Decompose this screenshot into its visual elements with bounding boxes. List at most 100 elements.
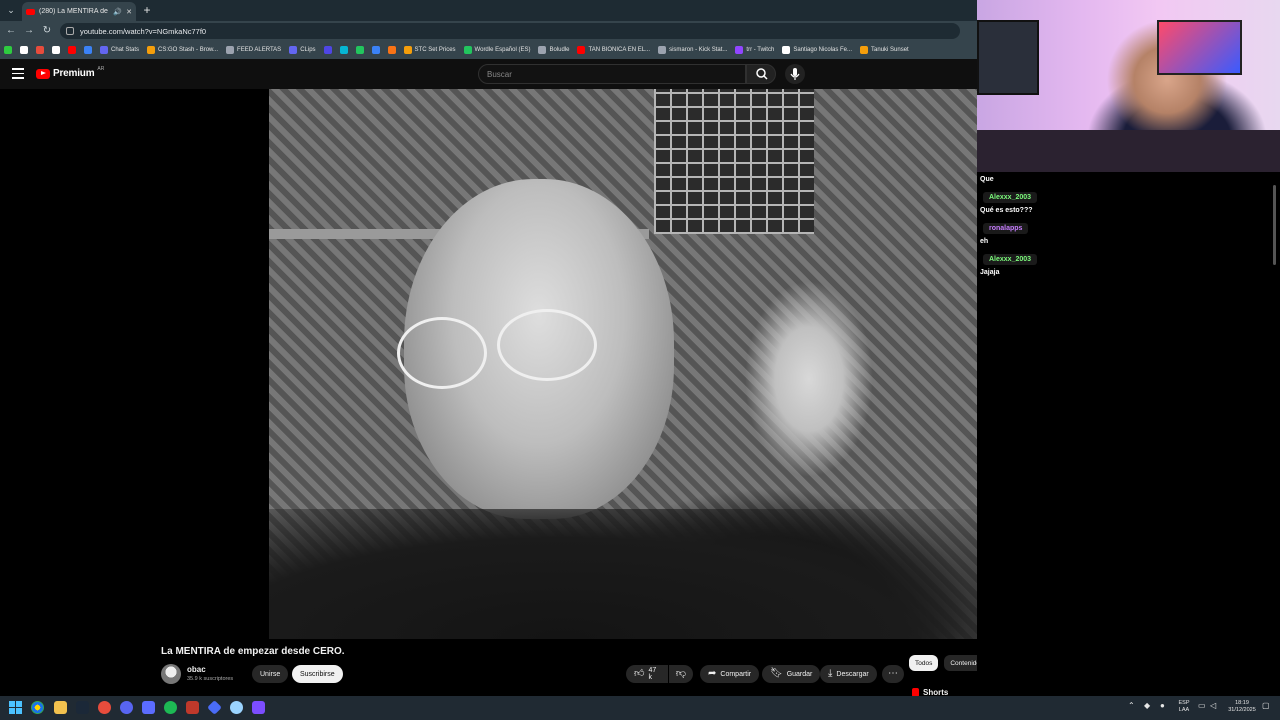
bookmark-item[interactable]: Chat Stats [100, 46, 139, 54]
chat-message: Jajaja [980, 269, 1000, 276]
voice-search-button[interactable] [785, 64, 805, 84]
bookmark-item[interactable]: Tanuki Sunset [860, 46, 909, 54]
search-button[interactable] [746, 64, 776, 84]
spotify-icon[interactable] [164, 701, 177, 714]
youtube-logo[interactable]: Premium AR [36, 66, 104, 79]
bookmark-item[interactable]: trr - Twitch [735, 46, 774, 54]
bookmark-item[interactable] [84, 46, 92, 54]
bookmark-item[interactable]: CS:GO Stash - Brow... [147, 46, 218, 54]
back-icon[interactable]: ← [4, 24, 18, 38]
chat-username[interactable]: ronalapps [983, 223, 1029, 234]
tray-mic-icon[interactable]: ● [1160, 702, 1165, 710]
bookmark-item[interactable]: STC Set Prices [403, 46, 456, 54]
bookmark-item[interactable] [355, 46, 364, 54]
browser-tab-active[interactable]: (280) La MENTIRA de empe... 🔊 ✕ [22, 2, 136, 21]
bookmark-item[interactable]: Boludle [538, 46, 569, 54]
bookmark-icon [355, 46, 364, 54]
app-icon-purple[interactable] [252, 701, 265, 714]
bookmark-icon [20, 46, 28, 54]
tab-title: (280) La MENTIRA de empe... [39, 8, 109, 15]
bookmark-item[interactable]: CLips [289, 46, 316, 54]
app-icon-light[interactable] [230, 701, 243, 714]
bookmark-icon [735, 46, 744, 54]
share-button[interactable]: ➦ Compartir [700, 665, 760, 683]
like-button[interactable]: 👍︎ 47 k [626, 665, 668, 683]
bookmark-item[interactable]: TAN BIONICA EN EL... [577, 46, 650, 54]
channel-name[interactable]: obac [187, 665, 206, 674]
more-actions-button[interactable]: ⋯ [882, 665, 904, 683]
search-input[interactable]: Buscar [478, 64, 746, 84]
chat-message: Qué es esto??? [980, 207, 1033, 214]
bookmark-item[interactable] [20, 46, 28, 54]
bookmark-icon [36, 46, 44, 54]
app-icon-diamond[interactable] [207, 700, 222, 715]
bookmark-label: CS:GO Stash - Brow... [158, 47, 219, 53]
search-placeholder: Buscar [487, 69, 512, 79]
bookmark-item[interactable]: Wordle Español (ES) [463, 46, 530, 54]
thumbs-down-icon: 👎︎ [675, 668, 687, 679]
search-icon [756, 68, 768, 80]
download-label: Descargar [836, 670, 869, 678]
download-icon: ⤓ [828, 668, 833, 679]
windows-taskbar: ⌃ ◆ ● ESP LAA ▭ ◁ 18:19 31/12/2025 ▢ [0, 696, 1280, 720]
bookmark-item[interactable] [36, 46, 44, 54]
youtube-header: Premium AR Buscar [0, 59, 977, 89]
bookmark-item[interactable] [387, 46, 396, 54]
steam-icon[interactable] [76, 701, 89, 714]
app-icon-news[interactable] [186, 701, 199, 714]
chrome-taskbar-icon[interactable] [31, 701, 44, 714]
save-button[interactable]: 🔖︎ Guardar [762, 665, 821, 683]
subscribe-button[interactable]: Suscribirse [292, 665, 343, 683]
dislike-button[interactable]: 👎︎ [669, 665, 693, 683]
microphone-icon [790, 68, 800, 80]
site-info-icon[interactable] [66, 27, 74, 35]
bookmark-item[interactable]: FEED ALERTAS [226, 46, 281, 54]
reload-icon[interactable]: ↻ [40, 24, 54, 38]
url-text: youtube.com/watch?v=NGmkaNc77f0 [80, 26, 207, 36]
tray-chevron-icon[interactable]: ⌃ [1128, 702, 1135, 710]
bookmark-item[interactable] [371, 46, 380, 54]
thumbs-up-icon: 👍︎ [634, 668, 645, 679]
chat-username[interactable]: Alexxx_2003 [983, 192, 1038, 203]
close-tab-icon[interactable]: ✕ [126, 8, 132, 16]
app-icon-red[interactable] [98, 701, 111, 714]
bookmark-item[interactable] [4, 46, 12, 54]
network-icon[interactable]: ▭ [1198, 702, 1206, 710]
volume-icon[interactable]: ◁ [1210, 702, 1216, 710]
webcam-monitor-left [977, 20, 1039, 95]
bookmark-item[interactable] [52, 46, 60, 54]
app-icon-blue[interactable] [142, 701, 155, 714]
video-glasses-left [397, 317, 487, 389]
clock[interactable]: 18:19 31/12/2025 [1226, 700, 1258, 714]
clock-time: 18:19 [1235, 700, 1249, 706]
share-icon: ➦ [708, 668, 717, 679]
download-button[interactable]: ⤓ Descargar [820, 665, 877, 683]
chat-username[interactable]: Alexxx_2003 [983, 254, 1038, 265]
filter-chip[interactable]: Todos [909, 655, 939, 671]
discord-icon[interactable] [120, 701, 133, 714]
bookmark-item[interactable] [339, 46, 348, 54]
bookmark-item[interactable]: sismaron - Kick Stat... [658, 46, 727, 54]
speaker-icon[interactable]: 🔊 [113, 8, 122, 16]
menu-icon[interactable] [12, 68, 24, 80]
bookmark-icon [84, 46, 92, 54]
bookmark-item[interactable] [323, 46, 332, 54]
bookmark-item[interactable]: Santiago Nicolas Fe... [782, 46, 852, 54]
video-frame[interactable] [269, 89, 1003, 639]
bookmark-item[interactable] [68, 46, 76, 54]
bookmark-icon [339, 46, 348, 54]
forward-icon[interactable]: → [22, 24, 36, 38]
file-explorer-icon[interactable] [54, 701, 67, 714]
chat-scrollbar[interactable] [1273, 185, 1276, 265]
new-tab-button[interactable]: + [140, 3, 154, 17]
notifications-icon[interactable]: ▢ [1262, 702, 1270, 710]
language-indicator[interactable]: ESP LAA [1176, 700, 1192, 714]
channel-avatar[interactable] [161, 664, 181, 684]
tab-search-icon[interactable]: ⌄ [4, 3, 18, 17]
chat-message: Que [980, 176, 994, 183]
windows-start-icon[interactable] [9, 701, 22, 714]
join-button[interactable]: Unirse [252, 665, 289, 683]
tray-app-icon[interactable]: ◆ [1144, 702, 1150, 710]
bookmark-icon [52, 46, 60, 54]
url-field[interactable]: youtube.com/watch?v=NGmkaNc77f0 [60, 23, 960, 39]
